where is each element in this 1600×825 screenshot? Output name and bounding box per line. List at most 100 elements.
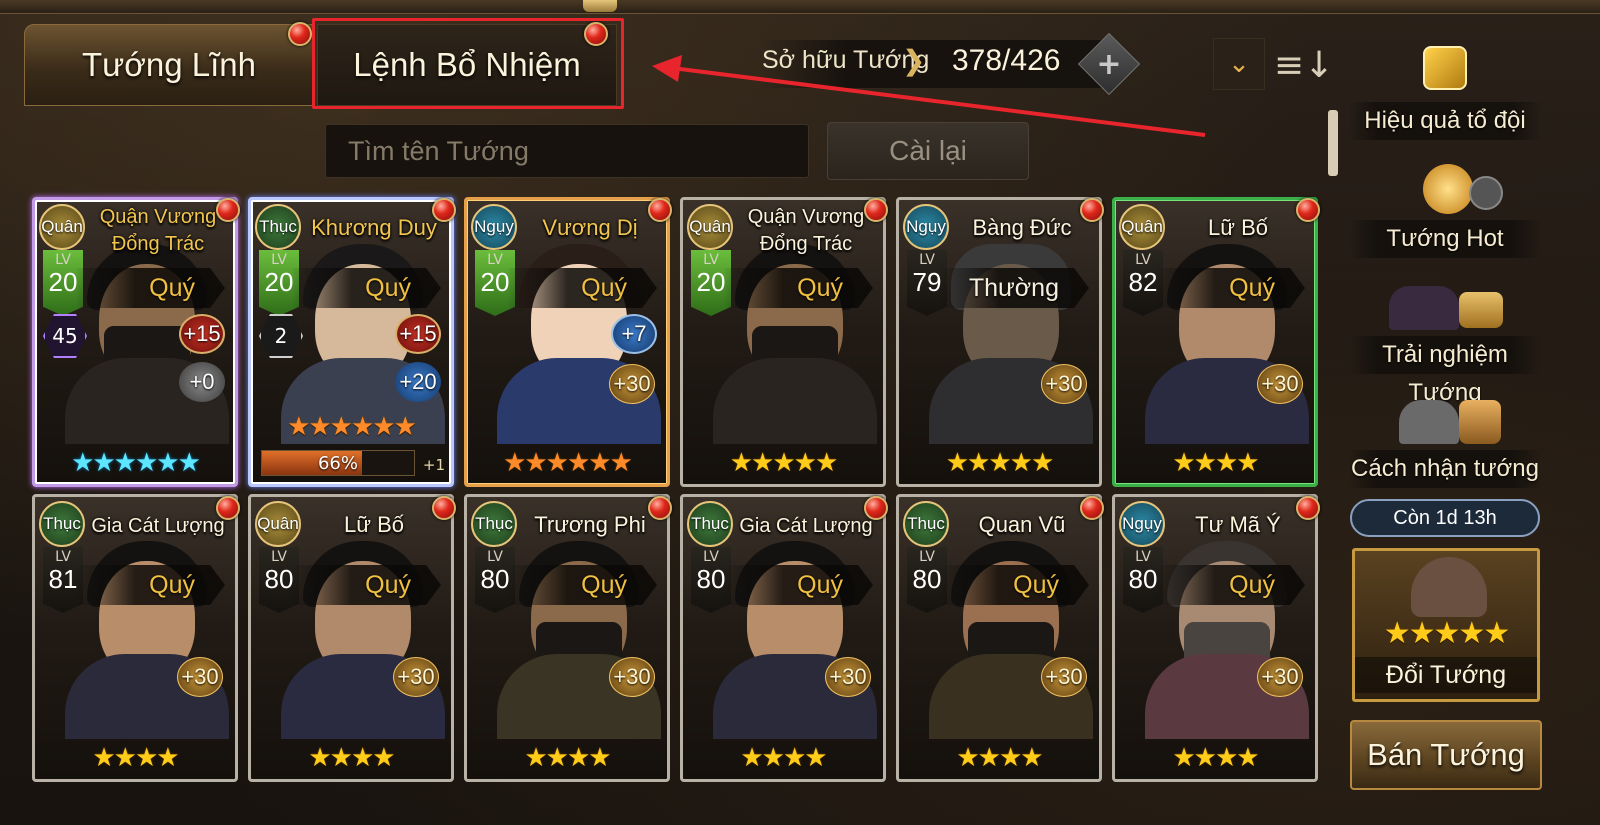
notification-dot — [648, 198, 672, 222]
hero-trial-button[interactable]: Trải nghiệm Tướng — [1349, 276, 1541, 406]
star-rating: ★★★★ — [1172, 743, 1259, 773]
rarity-label: Quý — [291, 268, 441, 308]
rarity-label: Quý — [75, 268, 225, 308]
star-rating: ★★★★ — [956, 743, 1043, 773]
star-rating: ★★★★ — [524, 743, 611, 773]
hero-name: Lữ Bố — [1208, 215, 1268, 240]
hero-card[interactable]: Ngụy Tư Mã Ý LV 80 Quý +30 ★★★★ — [1112, 494, 1318, 782]
hero-name: Gia Cát Lượng — [739, 515, 873, 537]
hero-name: Khương Duy — [311, 215, 437, 240]
play-video-icon — [1349, 276, 1541, 336]
notification-dot — [216, 496, 240, 520]
notification-dot — [584, 22, 608, 46]
star-rating: ★★★★★★ — [287, 412, 417, 442]
notification-dot — [1080, 198, 1104, 222]
rarity-label: Quý — [1155, 268, 1305, 308]
faction-badge: Thục — [39, 501, 85, 547]
enhance-badge: +7 — [611, 314, 657, 354]
awaken-badge: +20 — [395, 362, 441, 402]
star-rating: ★★★★ — [92, 743, 179, 773]
plus-one-label: +1 — [422, 456, 445, 474]
star-rating: ★★★★★★ — [71, 448, 201, 478]
enhance-badge: +15 — [395, 314, 441, 354]
bonus-badge: +30 — [825, 657, 871, 697]
chevron-down-icon: ⌄ — [1228, 49, 1250, 79]
faction-badge: Quân — [1119, 204, 1165, 250]
notification-dot — [1296, 496, 1320, 520]
star-rating: ★★★★★ — [945, 448, 1055, 478]
hero-card[interactable]: Thục Gia Cát Lượng LV 81 Quý +30 ★★★★ — [32, 494, 238, 782]
hero-card[interactable]: Quân Quận Vương Đổng Trác LV 20 Quý 45 +1… — [32, 197, 238, 487]
hero-card[interactable]: Quân Lữ Bố LV 80 Quý +30 ★★★★ — [248, 494, 454, 782]
hero-name: Gia Cát Lượng — [91, 515, 225, 537]
rarity-label: Quý — [939, 565, 1089, 605]
star-rating: ★★★★ — [740, 743, 827, 773]
hero-card[interactable]: Quân Quận Vương Đổng Trác LV 20 Quý ★★★★★ — [680, 197, 886, 487]
chevron-right-icon[interactable]: ❯ — [902, 44, 925, 77]
bonus-badge: +30 — [1041, 657, 1087, 697]
rarity-label: Quý — [723, 268, 873, 308]
hero-card[interactable]: Quân Lữ Bố LV 82 Quý +30 ★★★★ — [1112, 197, 1318, 487]
thumbs-up-icon — [1349, 160, 1541, 220]
tab-heroes[interactable]: Tướng Lĩnh — [24, 24, 314, 106]
notification-dot — [864, 496, 888, 520]
notification-dot — [288, 22, 312, 46]
scrollbar[interactable] — [1328, 110, 1338, 176]
side-label: Cách nhận tướng — [1349, 450, 1541, 488]
exchange-label: Đổi Tướng — [1355, 657, 1537, 693]
team-effect-button[interactable]: Hiệu quả tổ đội — [1349, 42, 1541, 140]
silhouettes-icon — [1349, 390, 1541, 450]
faction-badge: Ngụy — [1119, 501, 1165, 547]
hero-name: Lữ Bố — [344, 512, 404, 537]
bonus-badge: +30 — [177, 657, 223, 697]
notification-dot — [432, 496, 456, 520]
bonus-badge: +30 — [1257, 364, 1303, 404]
sort-button[interactable]: ≡↓ — [1274, 40, 1334, 90]
top-frame — [0, 0, 1600, 14]
notification-dot — [432, 198, 456, 222]
owned-heroes-count: 378/426 — [952, 44, 1061, 77]
rarity-label: Thường — [939, 268, 1089, 308]
rarity-label: Quý — [723, 565, 873, 605]
notification-dot — [648, 496, 672, 520]
notification-dot — [1296, 198, 1320, 222]
rarity-label: Quý — [291, 565, 441, 605]
hero-card[interactable]: Ngụy Bàng Đức LV 79 Thường +30 ★★★★★ — [896, 197, 1102, 487]
rarity-label: Quý — [507, 268, 657, 308]
exchange-hero-button[interactable]: ★★★★★ Đổi Tướng — [1352, 548, 1540, 702]
hero-card[interactable]: Thục Gia Cát Lượng LV 80 Quý +30 ★★★★ — [680, 494, 886, 782]
plus-icon: + — [1096, 46, 1122, 82]
rarity-label: Quý — [75, 565, 225, 605]
hero-search-input[interactable] — [325, 124, 809, 178]
sell-heroes-button[interactable]: Bán Tướng — [1350, 720, 1542, 790]
hero-name: Bàng Đức — [972, 215, 1072, 240]
sort-icon: ≡↓ — [1273, 44, 1335, 86]
hero-card[interactable]: Ngụy Vương Dị LV 20 Quý +7 +30 ★★★★★★ — [464, 197, 670, 487]
hero-name: Quan Vũ — [978, 512, 1066, 537]
star-rating: ★★★★★ — [729, 448, 839, 478]
faction-badge: Quân — [255, 501, 301, 547]
hero-card[interactable]: Thục Trương Phi LV 80 Quý +30 ★★★★ — [464, 494, 670, 782]
notification-dot — [1080, 496, 1104, 520]
hot-heroes-button[interactable]: Tướng Hot — [1349, 160, 1541, 258]
awaken-badge: +0 — [179, 362, 225, 402]
side-label: Trải nghiệm Tướng — [1349, 336, 1541, 406]
how-to-get-heroes-button[interactable]: Cách nhận tướng — [1349, 390, 1541, 488]
bonus-badge: +30 — [1041, 364, 1087, 404]
hero-name: Trương Phi — [534, 512, 646, 537]
frame-ornament — [583, 0, 617, 12]
hero-card[interactable]: Thục Quan Vũ LV 80 Quý +30 ★★★★ — [896, 494, 1102, 782]
star-rating: ★★★★★★ — [503, 448, 633, 478]
filter-dropdown-button[interactable]: ⌄ — [1213, 38, 1265, 90]
countdown-timer: Còn 1d 13h — [1350, 499, 1540, 537]
hero-card[interactable]: Thục Khương Duy LV 20 Quý 2 +15 +20 ★★★★★… — [248, 197, 454, 487]
faction-badge: Thục — [255, 204, 301, 250]
side-label: Tướng Hot — [1349, 220, 1541, 258]
tab-appointment-orders[interactable]: Lệnh Bổ Nhiệm — [317, 24, 617, 106]
notification-dot — [864, 198, 888, 222]
reset-button[interactable]: Cài lại — [827, 122, 1029, 180]
bonus-badge: +30 — [609, 364, 655, 404]
bonus-badge: +30 — [393, 657, 439, 697]
faction-badge: Quân — [39, 204, 85, 250]
faction-badge: Ngụy — [471, 204, 517, 250]
